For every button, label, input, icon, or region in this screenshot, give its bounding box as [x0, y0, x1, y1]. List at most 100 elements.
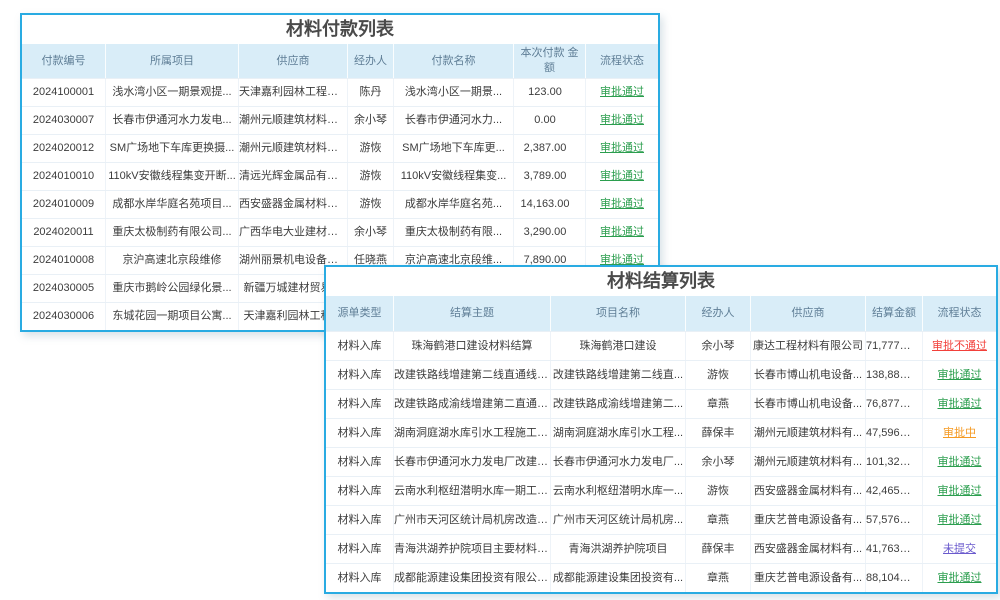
- cell-payment-no-link[interactable]: 2024020012: [22, 135, 105, 162]
- cell-payment-name-link[interactable]: 浅水湾小区一期景...: [393, 79, 513, 106]
- cell-payment-no-link[interactable]: 2024020011: [22, 219, 105, 246]
- cell-project-link[interactable]: SM广场地下车库更换摄...: [105, 135, 238, 162]
- cell-handler: 余小琴: [347, 219, 393, 246]
- cell-supplier-link[interactable]: 长春市博山机电设备...: [750, 361, 865, 389]
- cell-project-link[interactable]: 浅水湾小区一期景观提...: [105, 79, 238, 106]
- cell-supplier-link[interactable]: 清远光辉金属品有限公司: [238, 163, 347, 190]
- cell-status-link[interactable]: 未提交: [922, 535, 996, 563]
- cell-source-type: 材料入库: [326, 332, 393, 360]
- cell-status-link[interactable]: 审批通过: [585, 163, 658, 190]
- cell-project-link[interactable]: 京沪高速北京段维修: [105, 247, 238, 274]
- cell-status-link[interactable]: 审批通过: [922, 448, 996, 476]
- cell-payment-name-link[interactable]: 110kV安徽线程集变...: [393, 163, 513, 190]
- cell-subject-link[interactable]: 云南水利枢纽潜明水库一期工程施...: [393, 477, 550, 505]
- cell-subject-link[interactable]: 广州市天河区统计局机房改造项目...: [393, 506, 550, 534]
- cell-amount: 71,777.00: [865, 332, 922, 360]
- cell-amount: 47,596.00: [865, 419, 922, 447]
- cell-status-link[interactable]: 审批通过: [922, 390, 996, 418]
- cell-project-link[interactable]: 东城花园一期项目公寓...: [105, 303, 238, 330]
- cell-source-type: 材料入库: [326, 564, 393, 592]
- cell-payment-no-link[interactable]: 2024030005: [22, 275, 105, 302]
- cell-status-link[interactable]: 审批通过: [585, 79, 658, 106]
- cell-source-type: 材料入库: [326, 361, 393, 389]
- cell-status-link[interactable]: 审批通过: [585, 191, 658, 218]
- column-header-status: 流程状态: [585, 44, 658, 78]
- cell-project-link[interactable]: 云南水利枢纽潜明水库一...: [550, 477, 685, 505]
- table-row: 2024030007 长春市伊通河水力发电... 潮州元顺建筑材料有限... 余…: [22, 106, 658, 134]
- cell-project-link[interactable]: 改建铁路线增建第二线直...: [550, 361, 685, 389]
- cell-project-link[interactable]: 重庆市鹅岭公园绿化景...: [105, 275, 238, 302]
- cell-supplier-link[interactable]: 康达工程材料有限公司: [750, 332, 865, 360]
- cell-status-link[interactable]: 审批通过: [922, 506, 996, 534]
- cell-subject-link[interactable]: 长春市伊通河水力发电厂改建工程...: [393, 448, 550, 476]
- column-header-supplier: 供应商: [238, 44, 347, 78]
- cell-payment-no-link[interactable]: 2024010008: [22, 247, 105, 274]
- table-row: 2024020011 重庆太极制药有限公司... 广西华电大业建材有限... 余…: [22, 218, 658, 246]
- cell-project-link[interactable]: 长春市伊通河水力发电厂...: [550, 448, 685, 476]
- cell-payment-name-link[interactable]: SM广场地下车库更...: [393, 135, 513, 162]
- cell-supplier-link[interactable]: 重庆艺普电源设备有...: [750, 564, 865, 592]
- table-row: 材料入库 珠海鹤港口建设材料结算 珠海鹤港口建设 余小琴 康达工程材料有限公司 …: [326, 331, 996, 360]
- payment-table-header: 付款编号 所属项目 供应商 经办人 付款名称 本次付款 金额 流程状态: [22, 44, 658, 78]
- cell-supplier-link[interactable]: 广西华电大业建材有限...: [238, 219, 347, 246]
- cell-status-link[interactable]: 审批不通过: [922, 332, 996, 360]
- cell-supplier-link[interactable]: 西安盛器金属材料有...: [750, 477, 865, 505]
- cell-project-link[interactable]: 重庆太极制药有限公司...: [105, 219, 238, 246]
- cell-subject-link[interactable]: 珠海鹤港口建设材料结算: [393, 332, 550, 360]
- cell-amount: 76,877.00: [865, 390, 922, 418]
- settlement-table-body: 材料入库 珠海鹤港口建设材料结算 珠海鹤港口建设 余小琴 康达工程材料有限公司 …: [326, 331, 996, 592]
- cell-supplier-link[interactable]: 长春市博山机电设备...: [750, 390, 865, 418]
- cell-project-link[interactable]: 珠海鹤港口建设: [550, 332, 685, 360]
- cell-payment-no-link[interactable]: 2024010009: [22, 191, 105, 218]
- cell-project-link[interactable]: 成都能源建设集团投资有...: [550, 564, 685, 592]
- cell-payment-no-link[interactable]: 2024100001: [22, 79, 105, 106]
- cell-source-type: 材料入库: [326, 419, 393, 447]
- table-row: 2024020012 SM广场地下车库更换摄... 潮州元顺建筑材料有限... …: [22, 134, 658, 162]
- cell-supplier-link[interactable]: 潮州元顺建筑材料有...: [750, 448, 865, 476]
- cell-subject-link[interactable]: 湖南洞庭湖水库引水工程施工1标材...: [393, 419, 550, 447]
- cell-payment-name-link[interactable]: 重庆太极制药有限...: [393, 219, 513, 246]
- cell-supplier-link[interactable]: 西安盛器金属材料有限...: [238, 191, 347, 218]
- cell-supplier-link[interactable]: 西安盛器金属材料有...: [750, 535, 865, 563]
- cell-payment-no-link[interactable]: 2024030006: [22, 303, 105, 330]
- column-header-amount: 结算金额: [865, 296, 922, 331]
- cell-project-link[interactable]: 广州市天河区统计局机房...: [550, 506, 685, 534]
- payment-list-title: 材料付款列表: [22, 15, 658, 44]
- cell-status-link[interactable]: 审批通过: [585, 219, 658, 246]
- cell-supplier-link[interactable]: 潮州元顺建筑材料有限...: [238, 107, 347, 134]
- column-header-supplier: 供应商: [750, 296, 865, 331]
- cell-handler: 游恢: [685, 361, 750, 389]
- cell-supplier-link[interactable]: 潮州元顺建筑材料有...: [750, 419, 865, 447]
- cell-supplier-link[interactable]: 潮州元顺建筑材料有限...: [238, 135, 347, 162]
- cell-project-link[interactable]: 青海洪湖养护院项目: [550, 535, 685, 563]
- cell-payment-name-link[interactable]: 长春市伊通河水力...: [393, 107, 513, 134]
- table-row: 材料入库 湖南洞庭湖水库引水工程施工1标材... 湖南洞庭湖水库引水工程... …: [326, 418, 996, 447]
- cell-status-link[interactable]: 审批通过: [585, 135, 658, 162]
- table-row: 材料入库 成都能源建设集团投资有限公司临... 成都能源建设集团投资有... 章…: [326, 563, 996, 592]
- cell-status-link[interactable]: 审批通过: [585, 107, 658, 134]
- cell-project-link[interactable]: 长春市伊通河水力发电...: [105, 107, 238, 134]
- cell-handler: 薛保丰: [685, 535, 750, 563]
- cell-source-type: 材料入库: [326, 390, 393, 418]
- cell-amount: 3,789.00: [513, 163, 585, 190]
- cell-status-link[interactable]: 审批通过: [922, 564, 996, 592]
- cell-supplier-link[interactable]: 天津嘉利园林工程有限...: [238, 79, 347, 106]
- cell-project-link[interactable]: 湖南洞庭湖水库引水工程...: [550, 419, 685, 447]
- cell-project-link[interactable]: 改建铁路成渝线增建第二...: [550, 390, 685, 418]
- cell-handler: 章燕: [685, 506, 750, 534]
- cell-payment-name-link[interactable]: 成都水岸华庭名苑...: [393, 191, 513, 218]
- cell-project-link[interactable]: 成都水岸华庭名苑项目...: [105, 191, 238, 218]
- cell-status-link[interactable]: 审批通过: [922, 477, 996, 505]
- cell-project-link[interactable]: 110kV安徽线程集变开断...: [105, 163, 238, 190]
- cell-subject-link[interactable]: 改建铁路线增建第二线直通线（成...: [393, 361, 550, 389]
- settlement-list-panel: 材料结算列表 源单类型 结算主题 项目名称 经办人 供应商 结算金额 流程状态 …: [324, 265, 998, 594]
- cell-status-link[interactable]: 审批通过: [922, 361, 996, 389]
- cell-payment-no-link[interactable]: 2024010010: [22, 163, 105, 190]
- cell-payment-no-link[interactable]: 2024030007: [22, 107, 105, 134]
- cell-subject-link[interactable]: 青海洪湖养护院项目主要材料结算: [393, 535, 550, 563]
- cell-subject-link[interactable]: 成都能源建设集团投资有限公司临...: [393, 564, 550, 592]
- cell-supplier-link[interactable]: 重庆艺普电源设备有...: [750, 506, 865, 534]
- cell-status-link[interactable]: 审批中: [922, 419, 996, 447]
- cell-handler: 陈丹: [347, 79, 393, 106]
- cell-subject-link[interactable]: 改建铁路成渝线增建第二直通线（...: [393, 390, 550, 418]
